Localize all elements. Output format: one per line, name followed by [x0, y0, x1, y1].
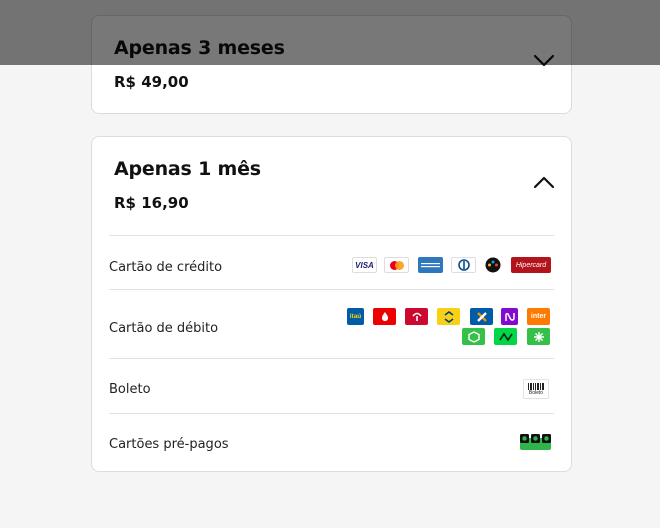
itau-logo-icon: itaú: [347, 308, 364, 325]
mastercard-logo-icon: [384, 257, 409, 273]
plan-title: Apenas 3 meses: [114, 37, 285, 59]
amex-logo-icon: [418, 257, 443, 273]
divider: [109, 235, 554, 236]
divider: [109, 289, 554, 290]
payment-method-boleto-label: Boleto: [109, 382, 151, 397]
payment-method-prepaid-label: Cartões pré-pagos: [109, 437, 229, 452]
visa-logo-icon: VISA: [352, 257, 377, 273]
payment-method-debit-label: Cartão de débito: [109, 321, 219, 336]
pagbank-logo-icon: [494, 328, 517, 345]
caixa-logo-icon: [470, 308, 493, 325]
picpay-logo-icon: [462, 328, 485, 345]
inter-logo-icon: inter: [527, 308, 550, 325]
divider: [109, 358, 554, 359]
elo-logo-icon: [483, 257, 503, 273]
bradesco-logo-icon: [405, 308, 428, 325]
nubank-logo-icon: [501, 308, 518, 325]
plan-card-3-months[interactable]: Apenas 3 meses R$ 49,00: [91, 15, 572, 114]
chevron-up-icon[interactable]: [533, 175, 555, 189]
chevron-down-icon[interactable]: [533, 54, 555, 68]
banco-do-brasil-logo-icon: [437, 308, 460, 325]
santander-logo-icon: [373, 308, 396, 325]
hipercard-logo-icon: Hipercard: [511, 257, 551, 273]
plan-price: R$ 49,00: [114, 73, 189, 91]
prepaid-cards-icon: [519, 433, 552, 451]
diners-logo-icon: [451, 257, 476, 273]
sicredi-logo-icon: [527, 328, 550, 345]
plan-card-1-month[interactable]: Apenas 1 mês R$ 16,90 Cartão de crédito …: [91, 136, 572, 472]
boleto-barcode-icon: Boleto: [523, 379, 549, 399]
divider: [109, 413, 554, 414]
payment-method-credit-label: Cartão de crédito: [109, 260, 223, 275]
plan-title: Apenas 1 mês: [114, 158, 261, 180]
plan-price: R$ 16,90: [114, 194, 189, 212]
